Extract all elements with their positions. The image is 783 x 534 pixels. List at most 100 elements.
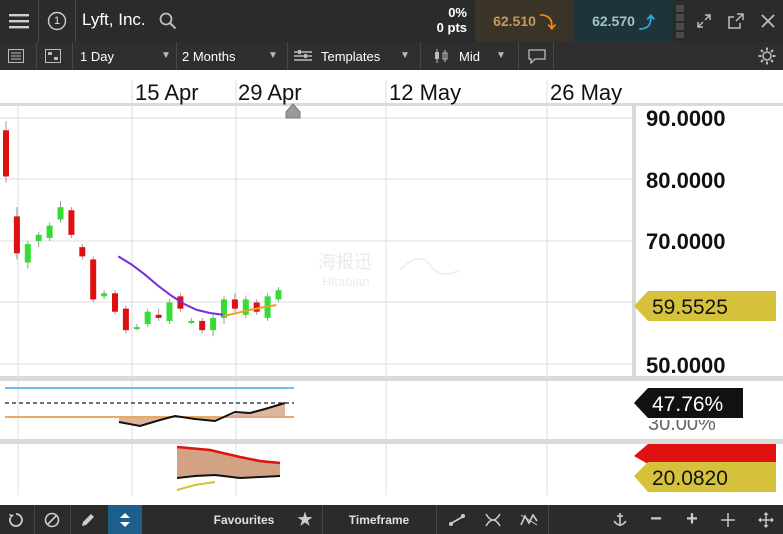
candle-body [231, 299, 238, 309]
candle-body [275, 290, 282, 300]
price-label-90: 90.0000 [646, 106, 726, 131]
candlestick-icon [435, 49, 448, 63]
chevron-down-icon: ▼ [496, 50, 506, 61]
candle-body [242, 299, 249, 315]
time-label-12-may: 12 May [389, 80, 461, 105]
interval-value: 1 Day [80, 48, 114, 64]
zoom-in-button[interactable]: + [676, 505, 708, 534]
plus-icon: + [686, 508, 698, 530]
candle-body [155, 314, 162, 318]
trendline-icon [449, 513, 465, 526]
zoom-out-button[interactable]: − [640, 505, 672, 534]
popout-button[interactable] [721, 0, 751, 42]
candle-body [112, 293, 118, 312]
layout-icon [45, 49, 61, 63]
price-chart[interactable]: 15 Apr 29 Apr 12 May 26 May 海报迅 Hitabian… [0, 70, 783, 505]
time-label-15-apr: 15 Apr [135, 80, 199, 105]
buy-button[interactable]: 62.570 ⤴ [574, 0, 673, 42]
expand-button[interactable] [689, 0, 719, 42]
pencil-icon [82, 513, 94, 526]
bottom-toolbar: Favourites ★ Timeframe − + [0, 505, 783, 534]
crosshair-button[interactable] [712, 505, 744, 534]
candle-body [79, 247, 86, 257]
candle-body [188, 320, 195, 323]
depth-ladder-button[interactable] [673, 0, 687, 42]
minus-icon: − [650, 508, 662, 530]
reset-button[interactable] [0, 505, 32, 534]
depth-ladder-icon [676, 5, 684, 38]
vertical-gridlines [17, 80, 548, 495]
up-down-arrows-icon [120, 512, 130, 527]
time-marker-handle[interactable] [285, 103, 301, 119]
alert-count-button[interactable]: 1 [39, 0, 75, 42]
candle-body [210, 317, 217, 331]
lower-indicator-red-tag [634, 444, 776, 464]
close-icon [761, 14, 775, 28]
move-button[interactable] [748, 505, 783, 534]
lower-indicator-value: 20.0820 [652, 467, 728, 490]
candle-body [24, 244, 31, 263]
sell-button[interactable]: 62.510 ⤵ [475, 0, 574, 42]
range-select[interactable]: 2 Months ▼ [182, 42, 286, 70]
templates-icon [294, 50, 312, 61]
candle-body [199, 320, 206, 331]
star-icon: ★ [297, 509, 313, 529]
timeframe-button[interactable]: Timeframe [324, 505, 434, 534]
chart-toolbar: 1 Day ▼ 2 Months ▼ Templates ▼ Mid ▼ [0, 42, 783, 70]
menu-button[interactable] [0, 0, 38, 42]
crosshair-icon [721, 512, 735, 527]
layout-button[interactable] [45, 42, 61, 70]
popout-icon [728, 13, 744, 29]
move-icon [757, 511, 774, 528]
panel-divider[interactable] [0, 376, 783, 381]
current-price-value: 59.5525 [652, 296, 728, 319]
change-box: 0% 0 pts [395, 0, 475, 42]
candle-body [253, 302, 260, 312]
candle-body [57, 207, 64, 220]
instrument-title[interactable]: Lyft, Inc. [82, 10, 146, 30]
list-icon [8, 49, 24, 63]
alert-count: 1 [53, 15, 61, 27]
close-button[interactable] [753, 0, 783, 42]
up-arrow-icon: ⤴ [638, 15, 655, 32]
price-type-select[interactable]: Mid ▼ [433, 42, 521, 70]
details-button[interactable] [8, 42, 24, 70]
crosshair-toggle-button[interactable] [108, 505, 142, 534]
zigzag-icon [520, 512, 538, 525]
buy-price: 62.570 [592, 13, 635, 29]
candle-body [166, 302, 173, 321]
templates-select[interactable]: Templates ▼ [294, 42, 416, 70]
templates-label: Templates [321, 48, 381, 64]
candle-body [3, 130, 9, 177]
candle-body [101, 293, 108, 297]
favourites-button[interactable]: Favourites [198, 505, 290, 534]
candle-body [144, 311, 151, 325]
search-icon [159, 12, 177, 30]
trendline-tool-button[interactable] [440, 505, 474, 534]
anchor-button[interactable] [604, 505, 636, 534]
candle-body [90, 259, 97, 300]
draw-button[interactable] [72, 505, 104, 534]
watermark-cn: 海报迅 [318, 252, 372, 272]
panel-divider-2[interactable] [0, 439, 783, 444]
oscillator-panel: 47.76% 30.00% [5, 387, 743, 431]
timeframe-label: Timeframe [348, 512, 410, 527]
watermark-en: Hitabian [322, 274, 370, 289]
pattern-tool-button[interactable] [512, 505, 546, 534]
favourites-label: Favourites [213, 512, 275, 527]
time-label-29-apr: 29 Apr [238, 80, 302, 105]
favourite-star-button[interactable]: ★ [290, 505, 320, 534]
comment-button[interactable] [528, 42, 546, 70]
price-axis-divider [632, 106, 636, 376]
candles [3, 121, 282, 337]
search-button[interactable] [156, 0, 180, 42]
settings-button[interactable] [758, 42, 776, 70]
fibonacci-tool-button[interactable] [476, 505, 510, 534]
comment-icon [528, 48, 546, 64]
remove-all-button[interactable] [36, 505, 68, 534]
range-value: 2 Months [182, 48, 236, 64]
sell-price: 62.510 [493, 13, 536, 29]
chart-area[interactable]: 15 Apr 29 Apr 12 May 26 May 海报迅 Hitabian… [0, 70, 783, 505]
interval-select[interactable]: 1 Day ▼ [80, 42, 175, 70]
watermark-swoosh [399, 257, 461, 275]
